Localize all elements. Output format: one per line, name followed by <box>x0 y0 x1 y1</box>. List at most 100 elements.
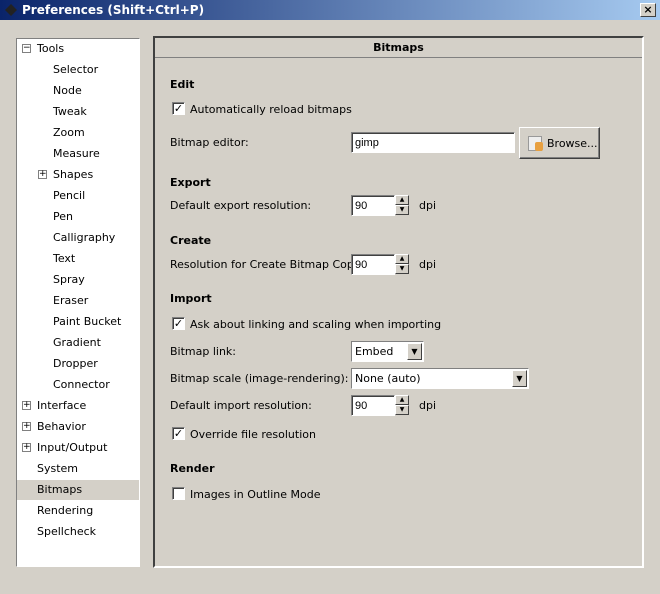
spin-up-icon[interactable]: ▲ <box>395 195 409 205</box>
tree-item-label: Text <box>53 252 76 265</box>
export-unit: dpi <box>419 199 437 212</box>
import-resolution-spinner[interactable]: ▲ ▼ <box>395 395 409 416</box>
tree-item-behavior[interactable]: + Behavior <box>17 417 139 437</box>
tree-item-tweak[interactable]: Tweak <box>17 102 139 122</box>
tree-item-label: Spray <box>53 273 85 286</box>
import-resolution-input[interactable] <box>351 395 395 416</box>
bitmap-editor-input[interactable] <box>351 132 515 153</box>
tree-item-shapes[interactable]: + Shapes <box>17 165 139 185</box>
bitmap-link-value: Embed <box>355 345 394 358</box>
outline-mode-checkbox[interactable] <box>172 487 185 500</box>
tree-item-dropper[interactable]: Dropper <box>17 354 139 374</box>
spin-down-icon[interactable]: ▼ <box>395 405 409 415</box>
bitmap-link-label: Bitmap link: <box>170 345 237 358</box>
spin-up-icon[interactable]: ▲ <box>395 254 409 264</box>
spin-up-icon[interactable]: ▲ <box>395 395 409 405</box>
bitmap-scale-value: None (auto) <box>355 372 421 385</box>
create-unit: dpi <box>419 258 437 271</box>
tree-item-calligraphy[interactable]: Calligraphy <box>17 228 139 248</box>
tree-item-input-output[interactable]: + Input/Output <box>17 438 139 458</box>
tree-item-label: Paint Bucket <box>53 315 122 328</box>
bitmaps-panel: Bitmaps Edit ✓ Automatically reload bitm… <box>153 36 644 568</box>
browse-button[interactable]: Browse... <box>519 127 600 159</box>
close-button[interactable]: × <box>640 3 656 17</box>
spin-down-icon[interactable]: ▼ <box>395 264 409 274</box>
export-heading: Export <box>170 176 211 189</box>
tree-item-selector[interactable]: Selector <box>17 60 139 80</box>
create-resolution-input[interactable] <box>351 254 395 275</box>
tree-item-label: System <box>37 462 79 475</box>
tree-item-label: Selector <box>53 63 99 76</box>
ask-linking-label: Ask about linking and scaling when impor… <box>190 318 442 331</box>
tree-item-label: Shapes <box>53 168 94 181</box>
tree-item-text[interactable]: Text <box>17 249 139 269</box>
export-resolution-spinner[interactable]: ▲ ▼ <box>395 195 409 216</box>
tree-item-label: Zoom <box>53 126 85 139</box>
tree-item-rendering[interactable]: Rendering <box>17 501 139 521</box>
bitmap-editor-label: Bitmap editor: <box>170 136 249 149</box>
create-resolution-label: Resolution for Create Bitmap Copy: <box>170 258 364 271</box>
expand-icon[interactable]: + <box>38 170 47 179</box>
tree-item-node[interactable]: Node <box>17 81 139 101</box>
tree-item-system[interactable]: System <box>17 459 139 479</box>
tree-item-label: Interface <box>37 399 87 412</box>
auto-reload-checkbox[interactable]: ✓ <box>172 102 185 115</box>
outline-mode-label: Images in Outline Mode <box>190 488 321 501</box>
spin-down-icon[interactable]: ▼ <box>395 205 409 215</box>
tree-item-label: Bitmaps <box>37 483 83 496</box>
ask-linking-checkbox[interactable]: ✓ <box>172 317 185 330</box>
tree-item-connector[interactable]: Connector <box>17 375 139 395</box>
tree-item-label: Pencil <box>53 189 86 202</box>
bitmap-link-select[interactable]: Embed ▼ <box>351 341 424 362</box>
tree-item-label: Tweak <box>53 105 87 118</box>
expand-icon[interactable]: + <box>22 401 31 410</box>
tree-item-label: Connector <box>53 378 110 391</box>
panel-title: Bitmaps <box>155 38 642 58</box>
auto-reload-label: Automatically reload bitmaps <box>190 103 352 116</box>
preferences-tree: − Tools Selector Node Tweak Zoom Measure + Shape… <box>16 38 140 567</box>
render-heading: Render <box>170 462 215 475</box>
tree-item-measure[interactable]: Measure <box>17 144 139 164</box>
tree-item-label: Input/Output <box>37 441 108 454</box>
tree-item-label: Pen <box>53 210 73 223</box>
tree-item-gradient[interactable]: Gradient <box>17 333 139 353</box>
import-heading: Import <box>170 292 212 305</box>
export-resolution-label: Default export resolution: <box>170 199 312 212</box>
browse-label: Browse... <box>547 137 598 150</box>
tree-item-spellcheck[interactable]: Spellcheck <box>17 522 139 542</box>
override-resolution-label: Override file resolution <box>190 428 316 441</box>
tree-item-label: Measure <box>53 147 100 160</box>
tree-item-bitmaps[interactable]: Bitmaps <box>17 480 139 500</box>
edit-heading: Edit <box>170 78 195 91</box>
tree-item-zoom[interactable]: Zoom <box>17 123 139 143</box>
tree-item-pen[interactable]: Pen <box>17 207 139 227</box>
chevron-down-icon[interactable]: ▼ <box>512 370 527 387</box>
create-resolution-spinner[interactable]: ▲ ▼ <box>395 254 409 275</box>
override-resolution-checkbox[interactable]: ✓ <box>172 427 185 440</box>
bitmap-scale-select[interactable]: None (auto) ▼ <box>351 368 529 389</box>
tree-item-interface[interactable]: + Interface <box>17 396 139 416</box>
chevron-down-icon[interactable]: ▼ <box>407 343 422 360</box>
tree-item-eraser[interactable]: Eraser <box>17 291 139 311</box>
tree-item-label: Spellcheck <box>37 525 97 538</box>
tree-item-label: Eraser <box>53 294 89 307</box>
tree-item-label: Rendering <box>37 504 94 517</box>
tree-item-label: Node <box>53 84 82 97</box>
tree-item-tools[interactable]: − Tools <box>17 39 139 59</box>
tree-item-label: Calligraphy <box>53 231 116 244</box>
tree-item-spray[interactable]: Spray <box>17 270 139 290</box>
tree-item-label: Tools <box>37 42 65 55</box>
import-unit: dpi <box>419 399 437 412</box>
tree-item-label: Gradient <box>53 336 101 349</box>
tree-item-pencil[interactable]: Pencil <box>17 186 139 206</box>
expand-icon[interactable]: + <box>22 422 31 431</box>
tree-item-label: Behavior <box>37 420 86 433</box>
tree-item-paint-bucket[interactable]: Paint Bucket <box>17 312 139 332</box>
export-resolution-input[interactable] <box>351 195 395 216</box>
expand-icon[interactable]: + <box>22 443 31 452</box>
tree-item-label: Dropper <box>53 357 98 370</box>
collapse-icon[interactable]: − <box>22 44 31 53</box>
create-heading: Create <box>170 234 212 247</box>
bitmap-scale-label: Bitmap scale (image-rendering): <box>170 372 349 385</box>
window-title: Preferences (Shift+Ctrl+P) <box>22 3 205 17</box>
